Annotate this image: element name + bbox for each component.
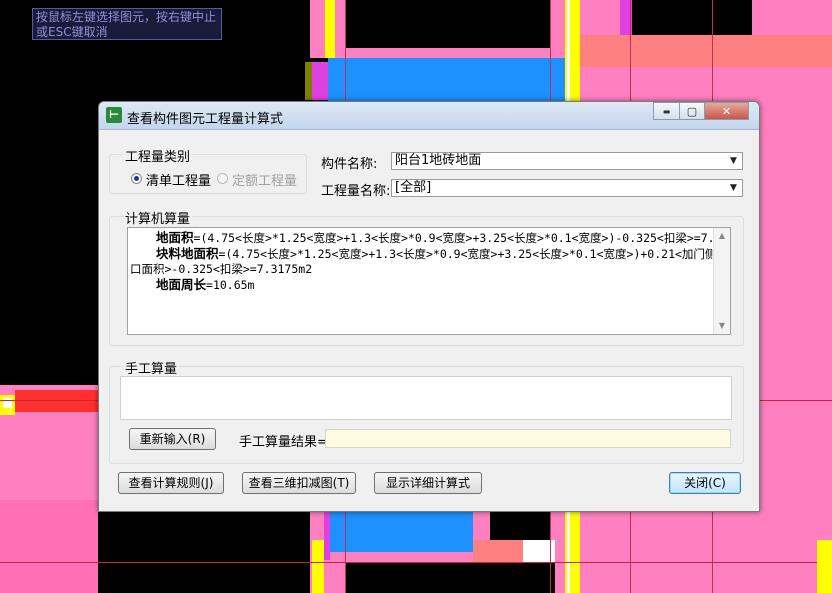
command-hint: 按鼠标左键选择图元，按右键中止 或ESC键取消	[32, 8, 222, 40]
formula-text: 地面积=(4.75<长度>*1.25<宽度>+1.3<长度>*0.9<宽度>+3…	[128, 228, 714, 293]
dialog-title: 查看构件图元工程量计算式	[127, 112, 284, 127]
formula-scrollbar[interactable]: ▲ ▼	[713, 228, 730, 334]
category-group-label: 工程量类别	[123, 146, 193, 165]
manual-input-box[interactable]	[120, 376, 732, 420]
formula-line: 口面积>-0.325<扣梁>=7.3175m2	[130, 262, 313, 276]
radio-bill-quantity[interactable]	[131, 173, 142, 184]
computed-formula-box[interactable]: 地面积=(4.75<长度>*1.25<宽度>+1.3<长度>*0.9<宽度>+3…	[127, 227, 731, 335]
chevron-down-icon: ▼	[730, 156, 737, 166]
app-icon: ⊢	[106, 107, 122, 123]
cad-edge	[312, 62, 328, 100]
radio-quota-quantity	[217, 173, 228, 184]
component-name-label: 构件名称:	[321, 157, 378, 172]
cad-region	[0, 500, 98, 593]
cad-region	[328, 58, 565, 101]
formula-line: 地面积=(4.75<长度>*1.25<宽度>+1.3<长度>*0.9<宽度>+3…	[156, 230, 714, 245]
cad-edge	[312, 540, 324, 593]
cad-region	[473, 540, 523, 562]
cad-region	[345, 562, 555, 593]
cad-edge	[325, 0, 335, 58]
component-name-value: 阳台1地砖地面	[395, 153, 482, 168]
cad-region	[328, 510, 473, 552]
quantity-name-label: 工程量名称:	[321, 184, 391, 199]
maximize-button[interactable]: ▢	[679, 102, 705, 120]
cad-line	[0, 562, 832, 563]
cad-region	[632, 0, 752, 35]
cad-edge	[324, 510, 330, 560]
computed-group-label: 计算机算量	[123, 208, 193, 227]
cad-edge	[817, 540, 832, 593]
manual-result-label: 手工算量结果=	[239, 435, 328, 450]
view-rules-button[interactable]: 查看计算规则(J)	[118, 472, 224, 494]
quantity-formula-dialog: ⊢ 查看构件图元工程量计算式 ▬ ▢ ✕ 工程量类别 清单工程量 定额工程量 构…	[98, 101, 760, 512]
scroll-up-icon[interactable]: ▲	[714, 228, 730, 244]
cad-region	[490, 510, 550, 540]
component-name-select[interactable]: 阳台1地砖地面 ▼	[391, 152, 743, 170]
radio-bill-quantity-label[interactable]: 清单工程量	[146, 170, 211, 189]
show-detail-formula-button[interactable]: 显示详细计算式	[374, 472, 482, 494]
chevron-down-icon: ▼	[730, 183, 737, 193]
view-3d-deduction-button[interactable]: 查看三维扣减图(T)	[242, 472, 356, 494]
cad-region	[345, 0, 550, 48]
minimize-button[interactable]: ▬	[653, 102, 680, 120]
scroll-down-icon[interactable]: ▼	[714, 318, 730, 334]
close-button[interactable]: 关闭(C)	[669, 472, 741, 494]
quantity-name-select[interactable]: [全部] ▼	[391, 179, 743, 197]
formula-line: 块料地面积=(4.75<长度>*1.25<宽度>+1.3<长度>*0.9<宽度>…	[156, 246, 714, 261]
manual-group-label: 手工算量	[123, 358, 180, 377]
cad-edge	[305, 62, 312, 100]
reenter-button[interactable]: 重新输入(R)	[129, 428, 216, 450]
quantity-name-value: [全部]	[395, 180, 432, 195]
formula-line: 地面周长=10.65m	[156, 277, 255, 292]
hint-line-1: 按鼠标左键选择图元，按右键中止	[36, 10, 217, 24]
radio-quota-quantity-label: 定额工程量	[232, 174, 298, 189]
title-bar[interactable]: ⊢ 查看构件图元工程量计算式 ▬ ▢ ✕	[99, 102, 759, 130]
manual-result-field[interactable]	[325, 429, 731, 448]
cad-region	[15, 390, 98, 412]
hint-line-2: 或ESC键取消	[36, 25, 108, 39]
close-window-button[interactable]: ✕	[704, 102, 749, 120]
cad-region	[580, 35, 832, 67]
